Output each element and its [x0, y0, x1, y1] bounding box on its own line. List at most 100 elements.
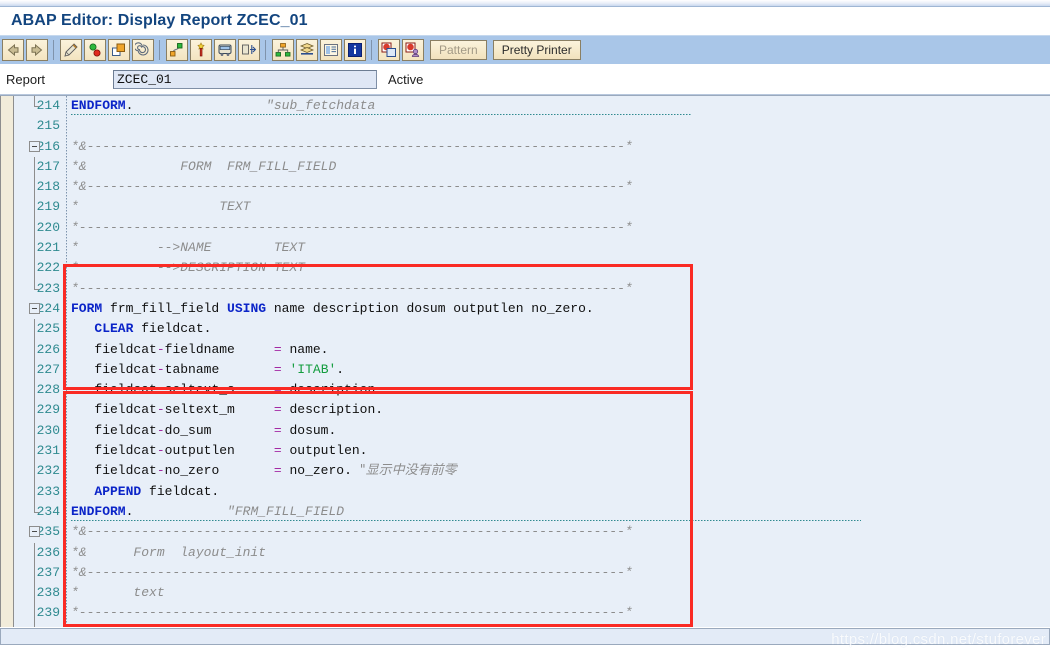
code-line[interactable]: 235 *&-----------------------------------… [15, 522, 1050, 542]
code-line[interactable]: 227 fieldcat-tabname = 'ITAB'. [15, 359, 1050, 381]
code-line[interactable]: 234 ENDFORM. "FRM_FILL_FIELD [15, 501, 1050, 522]
line-number: 220 [36, 219, 60, 235]
block-structure-line [34, 603, 35, 624]
code-line[interactable]: 221 * -->NAME TEXT [15, 238, 1050, 259]
code-line[interactable]: 225 CLEAR fieldcat. [15, 319, 1050, 340]
code-token: = [273, 361, 282, 377]
code-line[interactable]: 220 *------------------------------------… [15, 217, 1050, 239]
code-line[interactable]: 215 [15, 116, 1050, 136]
block-structure-end [34, 96, 39, 107]
code-line[interactable]: 237 *&-----------------------------------… [15, 562, 1050, 584]
code-token: seltext_m [164, 402, 274, 418]
code-token: fieldcat. [133, 321, 212, 337]
code-line[interactable]: 229 fieldcat-seltext_m = description. [15, 400, 1050, 421]
toolbar-separator [159, 40, 160, 60]
code-token: * -->NAME TEXT [71, 240, 306, 256]
code-token: - [156, 341, 165, 357]
back-arrow-icon[interactable] [2, 39, 24, 61]
debugging-icon[interactable] [214, 39, 236, 61]
vertical-scrollbar[interactable] [0, 96, 14, 627]
code-line[interactable]: 224 FORM frm_fill_field USING name descri… [15, 299, 1050, 319]
abap-editor-window: ABAP Editor: Display Report ZCEC_01 Patt… [0, 0, 1050, 653]
abap-user-doc-icon [405, 42, 421, 58]
activate-icon [87, 42, 103, 58]
list-icon[interactable] [320, 39, 342, 61]
display-object-list-icon[interactable] [166, 39, 188, 61]
code-line[interactable]: 230 fieldcat-do_sum = dosum. [15, 420, 1050, 442]
pattern-button[interactable]: Pattern [430, 40, 487, 60]
code-token: - [156, 361, 165, 377]
line-number: 238 [36, 585, 60, 601]
code-line[interactable]: 232 fieldcat-no_zero = no_zero. "显示中没有前零 [15, 461, 1050, 482]
horizontal-scrollbar[interactable] [0, 628, 1050, 645]
forward-arrow-icon[interactable] [26, 39, 48, 61]
code-token: "FRM_FILL_FIELD [227, 503, 345, 519]
line-number: 232 [36, 463, 60, 479]
code-token: - [156, 422, 165, 438]
code-line[interactable]: 226 fieldcat-fieldname = name. [15, 339, 1050, 360]
code-editor[interactable]: 214 ENDFORM. "sub_fetchdata 215 216 *&------… [0, 95, 1050, 627]
code-line[interactable]: 233 APPEND fieldcat. [15, 481, 1050, 502]
object-navigator-icon[interactable] [272, 39, 294, 61]
check-syntax-icon[interactable] [60, 39, 82, 61]
code-line[interactable]: 216 *&-----------------------------------… [15, 137, 1050, 157]
where-used-icon[interactable] [132, 39, 154, 61]
block-structure-line [34, 197, 35, 218]
block-structure-line [34, 258, 35, 279]
abap-user-doc-icon[interactable] [402, 39, 424, 61]
block-structure-line [34, 380, 35, 401]
code-token: fieldcat [71, 422, 157, 438]
code-line-text: * text [71, 583, 165, 603]
code-area[interactable]: 214 ENDFORM. "sub_fetchdata 215 216 *&------… [15, 96, 1050, 627]
code-line-text: * -->DESCRIPTION TEXT [71, 258, 305, 278]
code-line[interactable]: 236 *& Form layout_init [15, 542, 1050, 563]
expand-icon[interactable] [238, 39, 260, 61]
block-structure-line [34, 238, 35, 259]
code-line[interactable]: 217 *& FORM FRM_FILL_FIELD [15, 156, 1050, 178]
insert-statement-icon[interactable] [190, 39, 212, 61]
code-line[interactable]: 222 * -->DESCRIPTION TEXT [15, 258, 1050, 279]
code-line[interactable]: 228 fieldcat-seltext_s = description. [15, 380, 1050, 401]
fold-toggle-icon[interactable] [29, 526, 40, 538]
code-token: tabname [164, 361, 274, 377]
code-token: = [273, 463, 282, 479]
code-token: fieldcat [71, 382, 157, 398]
code-line[interactable]: 223 *------------------------------------… [15, 278, 1050, 299]
stack-icon[interactable] [296, 39, 318, 61]
forward-arrow-icon [29, 42, 45, 58]
code-line[interactable]: 218 *&-----------------------------------… [15, 177, 1050, 198]
pretty-printer-button[interactable]: Pretty Printer [492, 40, 581, 60]
code-line[interactable]: 231 fieldcat-outputlen = outputlen. [15, 441, 1050, 462]
report-name-input[interactable] [113, 69, 377, 89]
code-line-text: *---------------------------------------… [71, 218, 633, 238]
code-token: "sub_fetchdata [266, 98, 376, 113]
code-token: 'ITAB' [289, 361, 337, 377]
code-token: *&--------------------------------------… [71, 564, 633, 580]
toolbar-separator [265, 40, 266, 60]
code-token: *&--------------------------------------… [71, 179, 633, 195]
back-arrow-icon [5, 42, 21, 58]
code-token: - [156, 382, 165, 398]
code-token: - [156, 463, 165, 479]
code-token: frm_fill_field [102, 300, 228, 316]
horizontal-scrollbar-area[interactable] [0, 627, 1050, 653]
code-line[interactable]: 239 *------------------------------------… [15, 603, 1050, 624]
code-line[interactable]: 214 ENDFORM. "sub_fetchdata [15, 96, 1050, 116]
copy-object-icon[interactable] [108, 39, 130, 61]
code-token: CLEAR [94, 321, 134, 337]
code-line-text: fieldcat-tabname = 'ITAB'. [71, 360, 344, 380]
code-token: = [273, 382, 282, 398]
fold-toggle-icon[interactable] [29, 140, 40, 152]
line-number: 228 [36, 382, 60, 398]
code-line[interactable]: 219 * TEXT [15, 197, 1050, 218]
code-line-text: fieldcat-seltext_m = description. [71, 400, 383, 420]
code-token: fieldcat [71, 361, 157, 377]
abap-doc-icon[interactable] [378, 39, 400, 61]
code-line[interactable]: 238 * text [15, 583, 1050, 604]
info-icon[interactable] [344, 39, 366, 61]
report-status-text: Active [388, 71, 424, 87]
activate-icon[interactable] [84, 39, 106, 61]
code-token: ENDFORM [71, 98, 126, 113]
fold-toggle-icon[interactable] [29, 302, 40, 314]
